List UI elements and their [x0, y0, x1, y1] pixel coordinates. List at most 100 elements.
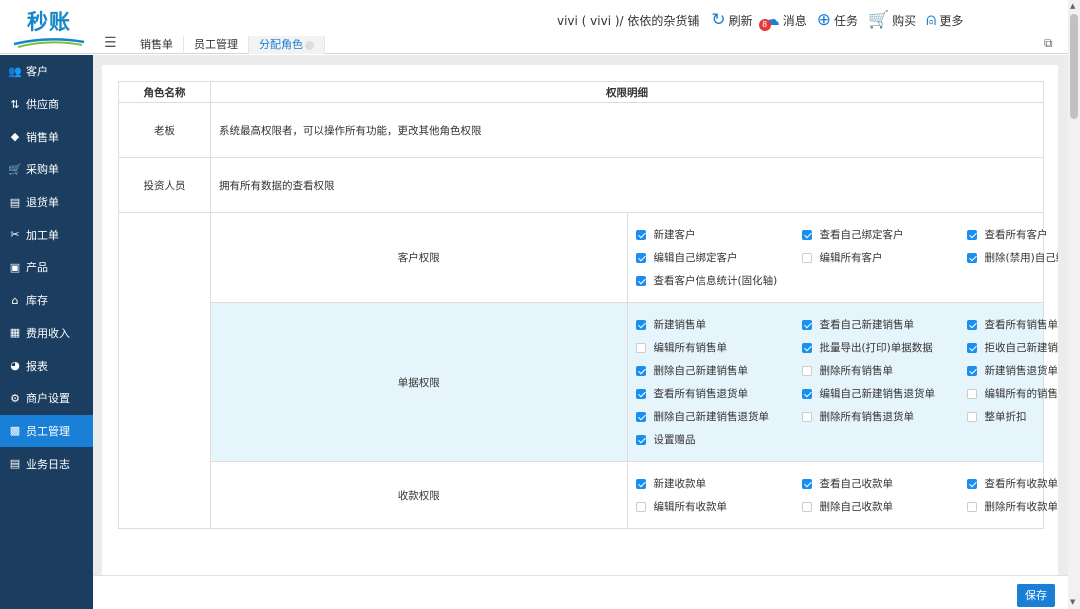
permission-group-row: 客户权限新建客户查看自己绑定客户查看所有客户批量导出客户数据编辑自己绑定客户编辑… — [118, 212, 1058, 529]
checkbox-icon[interactable] — [801, 319, 812, 330]
sidebar-item[interactable]: 🛒 采购单 — [0, 153, 93, 186]
checkbox-icon[interactable] — [635, 252, 646, 263]
tab-assign-role[interactable]: 分配角色 — [249, 36, 325, 54]
checkbox-icon[interactable] — [635, 388, 646, 399]
permission-checkbox[interactable]: 整单折扣 — [959, 405, 1059, 428]
sidebar-item[interactable]: ◆ 销售单 — [0, 120, 93, 153]
permission-checkbox[interactable]: 编辑所有客户 — [794, 246, 959, 269]
buy-button[interactable]: 🛒 购买 — [868, 12, 916, 29]
permission-checkbox[interactable]: 设置赠品 — [628, 428, 794, 451]
tab-close-icon[interactable] — [305, 40, 314, 50]
permission-checkbox[interactable]: 查看所有销售退货单 — [628, 382, 794, 405]
permission-label: 编辑自己绑定客户 — [653, 252, 738, 264]
permission-checkbox[interactable]: 删除所有销售单 — [794, 359, 959, 382]
permission-grid: 新建收款单查看自己收款单查看所有收款单编辑自己收款单编辑所有收款单删除自己收款单… — [628, 472, 1058, 518]
checkbox-icon[interactable] — [801, 388, 812, 399]
permission-checkbox[interactable]: 查看自己新建销售单 — [794, 313, 959, 336]
sidebar-item[interactable]: ▤ 退货单 — [0, 186, 93, 219]
sidebar-item[interactable]: ⌂ 库存 — [0, 284, 93, 317]
permission-checkbox[interactable]: 批量导出(打印)单据数据 — [794, 336, 959, 359]
checkbox-icon[interactable] — [635, 434, 646, 445]
permission-checkbox[interactable]: 查看自己收款单 — [794, 472, 959, 495]
user-info[interactable]: vivi ( vivi )/ 依依的杂货铺 — [557, 12, 699, 29]
checkbox-icon[interactable] — [635, 478, 646, 489]
menu-toggle-icon[interactable]: ☰ — [104, 35, 117, 51]
permission-checkbox[interactable]: 查看所有收款单 — [959, 472, 1058, 495]
tab-sales-order[interactable]: 销售单 — [130, 36, 184, 54]
permission-checkbox[interactable]: 拒收自己新建销售单 — [959, 336, 1059, 359]
checkbox-icon[interactable] — [966, 342, 977, 353]
permission-checkbox[interactable]: 删除自己新建销售退货单 — [628, 405, 794, 428]
role-row[interactable]: 老板 系统最高权限者，可以操作所有功能，更改其他角色权限 — [118, 102, 1044, 158]
checkbox-icon[interactable] — [801, 252, 812, 263]
checkbox-icon[interactable] — [801, 501, 812, 512]
permission-checkbox[interactable]: 查看客户信息统计(固化轴) — [628, 269, 794, 292]
window-restore-icon[interactable]: ⧉ — [1044, 36, 1053, 51]
permission-grid: 新建销售单查看自己新建销售单查看所有销售单编辑自己新建销售单编辑所有销售单批量导… — [628, 313, 1058, 451]
sidebar-item[interactable]: ▤ 业务日志 — [0, 447, 93, 480]
checkbox-icon[interactable] — [635, 275, 646, 286]
sidebar-item[interactable]: ◕ 报表 — [0, 349, 93, 382]
scrollbar-thumb[interactable] — [1070, 14, 1078, 119]
permission-checkbox[interactable]: 新建客户 — [628, 223, 794, 246]
checkbox-icon[interactable] — [801, 478, 812, 489]
permission-checkbox[interactable]: 删除自己新建销售单 — [628, 359, 794, 382]
permission-checkbox[interactable]: 删除所有收款单 — [959, 495, 1058, 518]
tab-label: 员工管理 — [194, 38, 238, 51]
checkbox-icon[interactable] — [635, 365, 646, 376]
checkbox-icon[interactable] — [966, 252, 977, 263]
refresh-button[interactable]: ↻ 刷新 — [711, 12, 752, 29]
permission-checkbox[interactable]: 查看自己绑定客户 — [794, 223, 959, 246]
permission-checkbox[interactable]: 查看所有客户 — [959, 223, 1059, 246]
permission-checkbox[interactable]: 编辑所有销售单 — [628, 336, 794, 359]
sidebar-item[interactable]: ▦ 费用收入 — [0, 317, 93, 350]
sidebar-item[interactable]: 👥 客户 — [0, 55, 93, 88]
sidebar-item[interactable]: ✂ 加工单 — [0, 218, 93, 251]
checkbox-icon[interactable] — [635, 411, 646, 422]
scroll-down-icon[interactable]: ▼ — [1070, 598, 1075, 606]
permission-checkbox[interactable]: 新建销售退货单 — [959, 359, 1058, 382]
permission-checkbox[interactable]: 编辑自己绑定客户 — [628, 246, 794, 269]
sidebar-item[interactable]: ⚙ 商户设置 — [0, 382, 93, 415]
checkbox-icon[interactable] — [966, 319, 977, 330]
checkbox-icon[interactable] — [801, 342, 812, 353]
app-logo[interactable]: 秒账 — [8, 6, 90, 50]
permission-checkbox[interactable]: 删除所有销售退货单 — [794, 405, 959, 428]
permission-checkbox[interactable]: 新建销售单 — [628, 313, 794, 336]
permission-checkbox[interactable]: 编辑所有收款单 — [628, 495, 794, 518]
permission-checkbox[interactable]: 删除自己收款单 — [794, 495, 959, 518]
checkbox-icon[interactable] — [801, 365, 812, 376]
permission-label: 拒收自己新建销售单 — [984, 342, 1059, 354]
scroll-up-icon[interactable]: ▲ — [1070, 2, 1075, 10]
checkbox-icon[interactable] — [801, 229, 812, 240]
checkbox-icon[interactable] — [966, 501, 977, 512]
checkbox-icon[interactable] — [635, 319, 646, 330]
sidebar-item[interactable]: ⇅ 供应商 — [0, 88, 93, 121]
sidebar-item[interactable]: ▩ 员工管理 — [0, 414, 93, 448]
sidebar-item[interactable]: ▣ 产品 — [0, 251, 93, 284]
permission-checkbox[interactable]: 查看所有销售单 — [959, 313, 1058, 336]
permission-checkbox[interactable]: 删除(禁用)自己绑定客户 — [959, 246, 1058, 269]
tasks-button[interactable]: ⊕ 任务 — [817, 12, 858, 29]
checkbox-icon[interactable] — [635, 501, 646, 512]
checkbox-icon[interactable] — [966, 411, 977, 422]
permission-checkbox[interactable]: 编辑自己新建销售退货单 — [794, 382, 959, 405]
role-row[interactable]: 投资人员 拥有所有数据的查看权限 — [118, 157, 1044, 213]
checkbox-icon[interactable] — [966, 229, 977, 240]
checkbox-icon[interactable] — [635, 229, 646, 240]
cart-icon: 🛒 — [8, 162, 22, 176]
messages-button[interactable]: ☁ 8 消息 — [758, 12, 807, 31]
permission-checkbox[interactable]: 新建收款单 — [628, 472, 794, 495]
checkbox-icon[interactable] — [801, 411, 812, 422]
tab-staff-management[interactable]: 员工管理 — [184, 36, 249, 54]
box-icon: ▣ — [9, 260, 21, 274]
checkbox-icon[interactable] — [966, 388, 977, 399]
permission-checkbox[interactable]: 编辑所有的销售退货单 — [959, 382, 1058, 405]
checkbox-icon[interactable] — [966, 478, 977, 489]
page-scrollbar[interactable]: ▲ ▼ — [1068, 0, 1080, 609]
pie-chart-icon: ◕ — [10, 359, 20, 373]
more-button[interactable]: ⍝ 更多 — [926, 12, 963, 29]
save-button[interactable]: 保存 — [1017, 584, 1055, 607]
checkbox-icon[interactable] — [635, 342, 646, 353]
checkbox-icon[interactable] — [966, 365, 977, 376]
